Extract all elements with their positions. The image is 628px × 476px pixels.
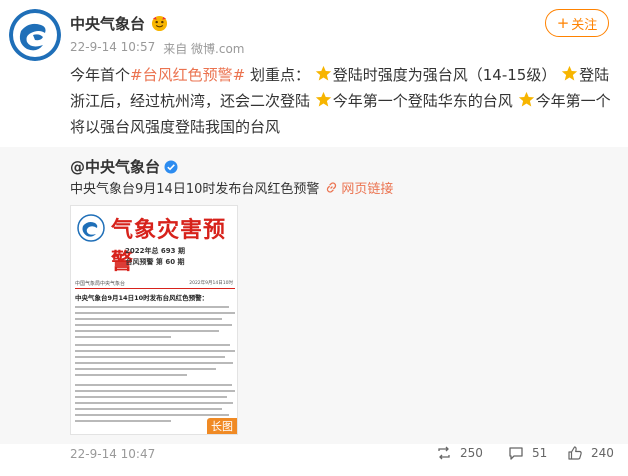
warning-long-image[interactable]: 气象灾害预警 2022年总 693 期 台风预警 第 60 期 中国气象局中央气… [70,205,238,435]
post-text: 今年首个#台风红色预警# 划重点： 登陆时强度为强台风（14-15级） 登陆浙江… [70,62,618,140]
warning-paragraph [75,306,235,342]
like-count: 240 [591,446,614,460]
text-segment: 登陆时强度为强台风（14-15级） [332,66,557,84]
repost-author[interactable]: @中央气象台 [70,156,160,177]
text-segment: 划重点： [249,66,310,84]
post-footer: 22-9-14 10:47 250 51 240 [0,444,628,476]
warning-paragraph [75,344,235,380]
like-button[interactable]: 240 [567,445,614,461]
verified-badge-icon [164,160,178,173]
follow-button[interactable]: + 关注 [545,9,609,37]
web-link[interactable]: 网页链接 [325,178,393,197]
repost-author-row: @中央气象台 [70,156,178,177]
text-segment: 今年第一个登陆华东的台风 [332,92,513,110]
author-row: 中央气象台 [70,13,168,34]
repost-text-row: 中央气象台9月14日10时发布台风红色预警 网页链接 [70,178,393,197]
hashtag-link[interactable]: #台风红色预警# [130,66,245,84]
post-time[interactable]: 22-9-14 10:57 [70,40,155,57]
post-source: 来自 微博.com [163,42,245,56]
post-meta: 22-9-14 10:57 来自 微博.com [70,40,245,57]
star-icon [315,65,331,81]
avatar[interactable] [9,9,61,61]
follow-label: 关注 [571,17,598,33]
cma-logo-icon [9,9,61,61]
star-icon [561,65,578,81]
repost-text: 中央气象台9月14日10时发布台风红色预警 [70,182,320,197]
warning-date: 2022年9月14日10时 [189,281,233,286]
warning-headline: 中央气象台9月14日10时发布台风红色预警： [75,294,209,302]
footer-time[interactable]: 22-9-14 10:47 [70,447,155,461]
comment-icon [509,447,523,460]
plus-icon: + [556,13,570,32]
cma-logo-icon [77,214,105,242]
long-image-tag: 长图 [207,418,237,434]
comment-count: 51 [532,446,548,460]
text-segment: 今年首个 [70,66,131,84]
author-name[interactable]: 中央气象台 [70,13,145,34]
emoji-badge-icon [151,15,168,32]
warning-divider [75,288,235,290]
repost-icon [438,446,450,460]
warning-issue-number: 台风预警 第 60 期 [125,258,185,266]
link-icon [327,182,337,193]
repost-block[interactable]: @中央气象台 中央气象台9月14日10时发布台风红色预警 网页链接 气象灾害预警 [0,147,628,444]
weibo-card: 中央气象台 22-9-14 10:57 来自 微博.com + 关注 今年首个#… [0,0,628,476]
repost-button[interactable]: 250 [436,445,483,461]
warning-org: 中国气象局中央气象台 [75,281,126,287]
repost-count: 250 [460,446,483,460]
like-icon [568,446,582,460]
warning-issue-total: 2022年总 693 期 [125,247,185,255]
star-icon [518,91,534,107]
comment-button[interactable]: 51 [508,445,547,461]
star-icon [315,91,331,107]
web-link-label: 网页链接 [341,182,394,197]
